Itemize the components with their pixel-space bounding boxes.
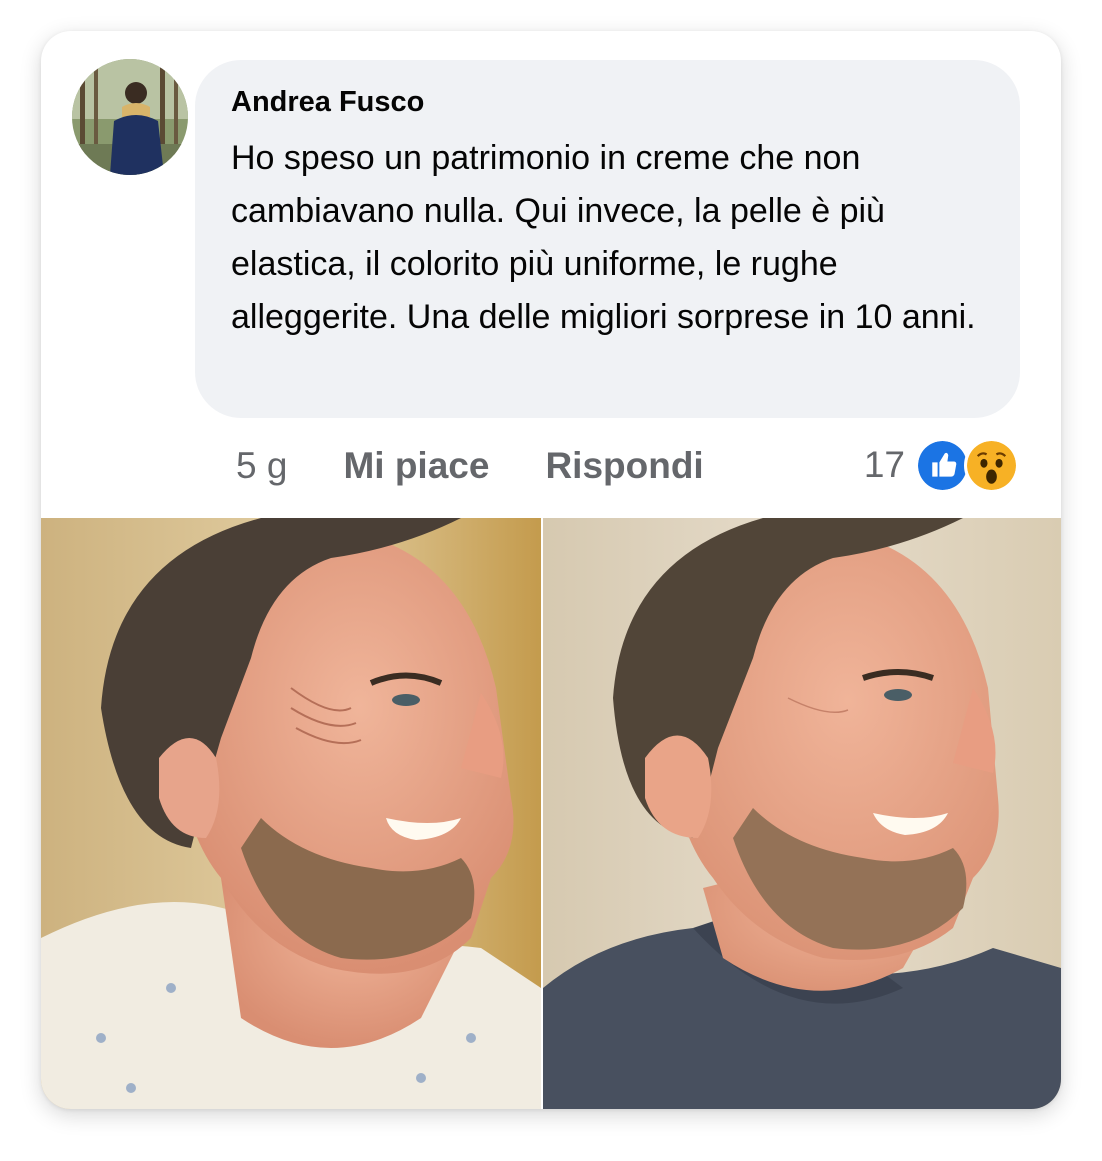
timestamp[interactable]: 5 g	[236, 445, 287, 487]
like-icon	[915, 437, 970, 493]
comment-card: Andrea Fusco Ho speso un patrimonio in c…	[41, 31, 1061, 1109]
avatar-image	[72, 59, 188, 175]
before-photo-image	[41, 518, 541, 1109]
comment-bubble: Andrea Fusco Ho speso un patrimonio in c…	[195, 60, 1020, 418]
author-name[interactable]: Andrea Fusco	[231, 84, 986, 120]
after-photo-image	[543, 518, 1061, 1109]
reactions-summary[interactable]: 17	[864, 434, 1019, 496]
after-photo[interactable]	[543, 518, 1061, 1109]
like-button[interactable]: Mi piace	[343, 445, 489, 487]
reply-button[interactable]: Rispondi	[545, 445, 703, 487]
avatar[interactable]	[72, 59, 188, 175]
before-photo[interactable]	[41, 518, 541, 1109]
before-after-photos[interactable]	[41, 518, 1061, 1109]
comment-text: Ho speso un patrimonio in creme che non …	[231, 139, 976, 336]
reaction-count: 17	[863, 444, 905, 485]
wow-icon	[964, 437, 1019, 493]
comment-actions: 5 g Mi piace Rispondi	[236, 436, 704, 496]
